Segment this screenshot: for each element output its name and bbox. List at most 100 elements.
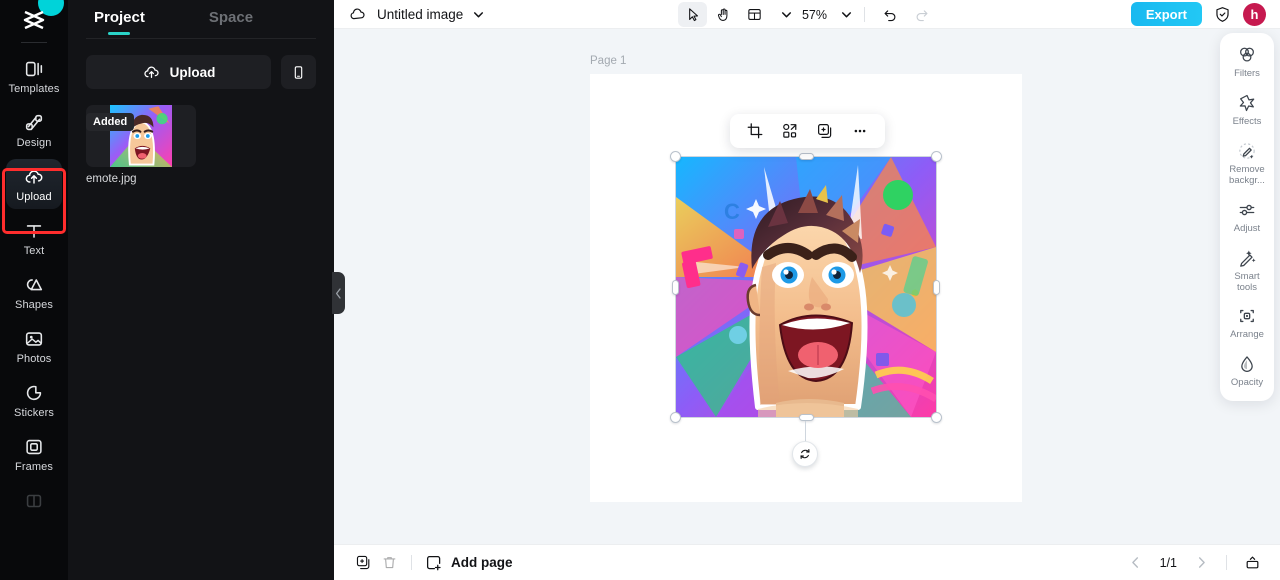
select-tool-button[interactable]: [677, 2, 707, 27]
bottom-separator: [411, 555, 412, 570]
zoom-chevron-down-icon[interactable]: [840, 8, 853, 21]
document-title[interactable]: Untitled image: [377, 7, 463, 22]
emote-artwork: C: [676, 157, 936, 417]
capcut-editor-window: Templates Design Upload Text Shapes Phot…: [0, 0, 1280, 580]
top-toolbar: Untitled image 57% Export h: [334, 0, 1280, 29]
duplicate-page-button[interactable]: [350, 551, 376, 575]
page-nav-group: 1/1: [1124, 551, 1264, 575]
next-page-button[interactable]: [1189, 551, 1213, 575]
sidebar-label-shapes: Shapes: [15, 299, 53, 311]
tab-space[interactable]: Space: [205, 2, 257, 35]
cloud-sync-icon[interactable]: [348, 5, 367, 24]
sidebar-label-templates: Templates: [8, 83, 60, 95]
app-logo[interactable]: [0, 0, 68, 40]
resize-handle-top-left[interactable]: [670, 151, 681, 162]
dock-label-opacity: Opacity: [1230, 377, 1264, 389]
sidebar-item-shapes[interactable]: Shapes: [6, 267, 62, 317]
crop-button[interactable]: [740, 118, 770, 144]
resize-handle-top-center[interactable]: [798, 153, 814, 160]
resize-handle-bottom-right[interactable]: [931, 412, 942, 423]
shapes-icon: [26, 279, 43, 291]
dock-item-opacity[interactable]: Opacity: [1223, 354, 1271, 389]
hand-tool-button[interactable]: [709, 2, 738, 27]
upload-actions: Upload: [68, 39, 334, 89]
resize-handle-bottom-center[interactable]: [798, 414, 814, 421]
replace-shapes-icon: [783, 123, 797, 138]
dock-label-adjust: Adjust: [1233, 222, 1261, 234]
dock-label-effects: Effects: [1232, 115, 1262, 127]
avatar[interactable]: h: [1243, 2, 1266, 26]
layout-grid-icon: [748, 9, 761, 20]
filters-icon: [1240, 47, 1254, 62]
mobile-device-icon: [294, 65, 303, 79]
canvas-area[interactable]: Page 1 C Filters Effects Remove backgr..…: [334, 29, 1280, 544]
list-item[interactable]: Added emote.jpg: [86, 105, 196, 186]
more-button[interactable]: [845, 118, 875, 144]
adjust-sliders-icon: [1239, 204, 1255, 215]
dock-item-remove-background[interactable]: Remove backgr...: [1223, 141, 1271, 187]
design-icon: [25, 114, 43, 131]
image-context-toolbar: [730, 114, 885, 148]
sidebar-label-text: Text: [23, 245, 45, 257]
dock-item-effects[interactable]: Effects: [1223, 93, 1271, 128]
status-badge: Added: [86, 113, 135, 132]
dock-item-smart-tools[interactable]: Smart tools: [1223, 248, 1271, 294]
sidebar-item-photos[interactable]: Photos: [6, 321, 62, 371]
resize-handle-top-right[interactable]: [931, 151, 942, 162]
sidebar-item-design[interactable]: Design: [6, 105, 62, 155]
delete-page-button[interactable]: [376, 551, 402, 575]
panel-collapse-handle[interactable]: [332, 272, 345, 314]
dock-label-remove-background: Remove backgr...: [1229, 163, 1265, 186]
sidebar-item-stickers[interactable]: Stickers: [6, 375, 62, 425]
replace-button[interactable]: [775, 118, 805, 144]
bottom-separator-right: [1226, 555, 1227, 570]
upload-button-label: Upload: [169, 64, 216, 80]
dock-item-arrange[interactable]: Arrange: [1223, 306, 1271, 341]
export-button[interactable]: Export: [1130, 2, 1202, 26]
chevron-down-icon[interactable]: [472, 8, 485, 21]
add-page-icon: [426, 555, 441, 570]
tab-project[interactable]: Project: [90, 2, 149, 35]
sidebar-item-frames[interactable]: Frames: [6, 429, 62, 479]
duplicate-button[interactable]: [810, 118, 840, 144]
shield-check-icon[interactable]: [1213, 5, 1232, 24]
layout-chevron-down-icon[interactable]: [780, 8, 793, 21]
dock-item-filters[interactable]: Filters: [1223, 45, 1271, 80]
upload-from-device-button[interactable]: [281, 55, 316, 89]
prev-page-button[interactable]: [1124, 551, 1148, 575]
rail-divider: [21, 42, 47, 43]
layout-tool-button[interactable]: [740, 2, 769, 27]
main-area: Untitled image 57% Export h Page 1 C Fil…: [334, 0, 1280, 580]
redo-button[interactable]: [907, 2, 936, 27]
emote-image[interactable]: C: [676, 157, 936, 417]
zoom-level-value[interactable]: 57%: [802, 8, 827, 22]
add-page-button[interactable]: Add page: [425, 554, 513, 572]
present-button[interactable]: [1240, 551, 1264, 575]
sidebar-item-upload[interactable]: Upload: [6, 159, 62, 209]
sidebar-label-photos: Photos: [16, 353, 52, 365]
panel-tab-bar: Project Space: [68, 0, 334, 36]
effects-icon: [1239, 94, 1255, 112]
sidebar-item-text[interactable]: Text: [6, 213, 62, 263]
present-icon: [1246, 556, 1258, 569]
dock-label-smart-tools: Smart tools: [1234, 270, 1260, 293]
resize-handle-bottom-left[interactable]: [670, 412, 681, 423]
sidebar-item-templates[interactable]: Templates: [6, 51, 62, 101]
duplicate-icon: [818, 124, 832, 138]
svg-text:C: C: [724, 199, 740, 224]
chevron-right-icon: [1198, 557, 1205, 568]
left-rail: Templates Design Upload Text Shapes Phot…: [0, 0, 68, 580]
resize-handle-middle-right[interactable]: [933, 279, 940, 295]
dock-item-adjust[interactable]: Adjust: [1223, 200, 1271, 235]
rotate-handle[interactable]: [792, 441, 818, 467]
upload-button[interactable]: Upload: [86, 55, 271, 89]
asset-thumbnail[interactable]: Added: [86, 105, 196, 167]
undo-icon: [884, 10, 896, 22]
sidebar-item-partial[interactable]: [6, 483, 62, 518]
resize-handle-middle-left[interactable]: [672, 279, 679, 295]
sidebar-label-frames: Frames: [15, 461, 53, 473]
chevron-left-icon: [1132, 557, 1139, 568]
dock-label-filters: Filters: [1234, 68, 1260, 79]
undo-button[interactable]: [876, 2, 905, 27]
page-indicator: 1/1: [1159, 555, 1177, 570]
